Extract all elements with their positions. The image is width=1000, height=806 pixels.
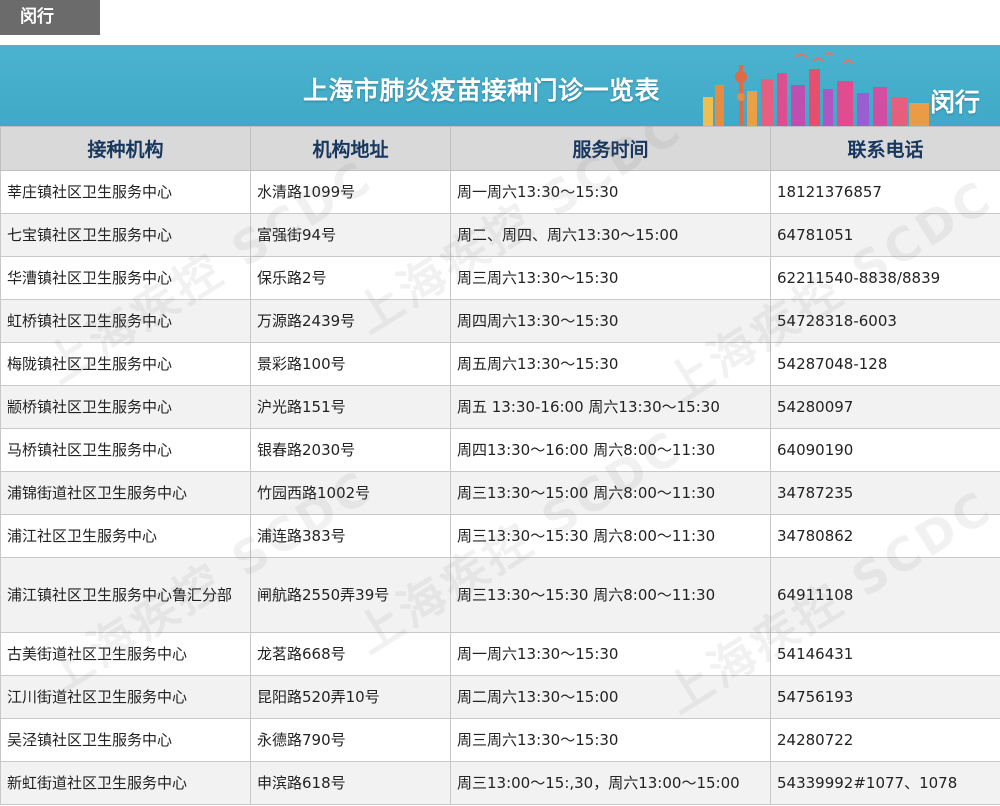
- cell-institution: 新虹街道社区卫生服务中心: [0, 761, 251, 805]
- cell-service-time: 周三周六13:30～15:30: [450, 718, 771, 762]
- cell-address: 水清路1099号: [250, 170, 451, 214]
- cell-service-time: 周一周六13:30～15:30: [450, 170, 771, 214]
- cell-address: 浦连路383号: [250, 514, 451, 558]
- cell-phone: 54146431: [770, 632, 1000, 676]
- cell-institution: 七宝镇社区卫生服务中心: [0, 213, 251, 257]
- cell-institution: 华漕镇社区卫生服务中心: [0, 256, 251, 300]
- cell-address: 竹园西路1002号: [250, 471, 451, 515]
- cell-address: 银春路2030号: [250, 428, 451, 472]
- cell-address: 景彩路100号: [250, 342, 451, 386]
- cell-phone: 54287048-128: [770, 342, 1000, 386]
- header-address: 机构地址: [250, 126, 451, 171]
- cell-service-time: 周四13:30～16:00 周六8:00～11:30: [450, 428, 771, 472]
- table-row: 梅陇镇社区卫生服务中心 景彩路100号 周五周六13:30～15:30 5428…: [0, 342, 1000, 386]
- cell-address: 龙茗路668号: [250, 632, 451, 676]
- cell-service-time: 周一周六13:30～15:30: [450, 632, 771, 676]
- title-banner: 上海市肺炎疫苗接种门诊一览表 闵行: [0, 45, 1000, 126]
- table-row: 江川街道社区卫生服务中心 昆阳路520弄10号 周二周六13:30～15:00 …: [0, 675, 1000, 719]
- table-header-row: 接种机构 机构地址 服务时间 联系电话: [0, 126, 1000, 171]
- cell-address: 沪光路151号: [250, 385, 451, 429]
- cell-address: 富强街94号: [250, 213, 451, 257]
- cell-service-time: 周四周六13:30～15:30: [450, 299, 771, 343]
- table-row: 古美街道社区卫生服务中心 龙茗路668号 周一周六13:30～15:30 541…: [0, 632, 1000, 676]
- table-row: 马桥镇社区卫生服务中心 银春路2030号 周四13:30～16:00 周六8:0…: [0, 428, 1000, 472]
- table-row: 虹桥镇社区卫生服务中心 万源路2439号 周四周六13:30～15:30 547…: [0, 299, 1000, 343]
- cell-service-time: 周三13:30～15:00 周六8:00～11:30: [450, 471, 771, 515]
- cell-phone: 54756193: [770, 675, 1000, 719]
- cell-phone: 64911108: [770, 557, 1000, 633]
- cell-institution: 古美街道社区卫生服务中心: [0, 632, 251, 676]
- cell-phone: 54280097: [770, 385, 1000, 429]
- cell-institution: 浦江社区卫生服务中心: [0, 514, 251, 558]
- table-row: 浦江镇社区卫生服务中心鲁汇分部 闸航路2550弄39号 周三13:30～15:3…: [0, 557, 1000, 633]
- cell-address: 永德路790号: [250, 718, 451, 762]
- skyline-illustration: [703, 51, 929, 126]
- table-row: 吴泾镇社区卫生服务中心 永德路790号 周三周六13:30～15:30 2428…: [0, 718, 1000, 762]
- table-row: 颛桥镇社区卫生服务中心 沪光路151号 周五 13:30-16:00 周六13:…: [0, 385, 1000, 429]
- cell-phone: 64781051: [770, 213, 1000, 257]
- cell-address: 昆阳路520弄10号: [250, 675, 451, 719]
- cell-institution: 吴泾镇社区卫生服务中心: [0, 718, 251, 762]
- cell-institution: 江川街道社区卫生服务中心: [0, 675, 251, 719]
- cell-institution: 马桥镇社区卫生服务中心: [0, 428, 251, 472]
- cell-phone: 62211540-8838/8839: [770, 256, 1000, 300]
- cell-service-time: 周二、周四、周六13:30～15:00: [450, 213, 771, 257]
- cell-phone: 18121376857: [770, 170, 1000, 214]
- table-row: 七宝镇社区卫生服务中心 富强街94号 周二、周四、周六13:30～15:00 6…: [0, 213, 1000, 257]
- cell-institution: 虹桥镇社区卫生服务中心: [0, 299, 251, 343]
- header-institution: 接种机构: [0, 126, 251, 171]
- banner-district-label: 闵行: [930, 88, 981, 117]
- cell-phone: 24280722: [770, 718, 1000, 762]
- cell-service-time: 周三13:30～15:30 周六8:00～11:30: [450, 514, 771, 558]
- district-tag: 闵行: [0, 0, 100, 35]
- cell-address: 万源路2439号: [250, 299, 451, 343]
- cell-service-time: 周三13:00～15:,30，周六13:00～15:00: [450, 761, 771, 805]
- cell-service-time: 周五周六13:30～15:30: [450, 342, 771, 386]
- cell-institution: 莘庄镇社区卫生服务中心: [0, 170, 251, 214]
- cell-phone: 34787235: [770, 471, 1000, 515]
- cell-phone: 54339992#1077、1078: [770, 761, 1000, 805]
- clinic-table: 接种机构 机构地址 服务时间 联系电话 莘庄镇社区卫生服务中心 水清路1099号…: [0, 126, 1000, 805]
- page-title: 上海市肺炎疫苗接种门诊一览表: [303, 76, 661, 105]
- cell-institution: 梅陇镇社区卫生服务中心: [0, 342, 251, 386]
- table-row: 华漕镇社区卫生服务中心 保乐路2号 周三周六13:30～15:30 622115…: [0, 256, 1000, 300]
- header-service-time: 服务时间: [450, 126, 771, 171]
- cell-institution: 浦江镇社区卫生服务中心鲁汇分部: [0, 557, 251, 633]
- cell-address: 申滨路618号: [250, 761, 451, 805]
- cell-address: 保乐路2号: [250, 256, 451, 300]
- cell-service-time: 周二周六13:30～15:00: [450, 675, 771, 719]
- cell-phone: 64090190: [770, 428, 1000, 472]
- cell-institution: 颛桥镇社区卫生服务中心: [0, 385, 251, 429]
- cell-phone: 54728318-6003: [770, 299, 1000, 343]
- cell-service-time: 周五 13:30-16:00 周六13:30～15:30: [450, 385, 771, 429]
- table-row: 新虹街道社区卫生服务中心 申滨路618号 周三13:00～15:,30，周六13…: [0, 761, 1000, 805]
- header-phone: 联系电话: [770, 126, 1000, 171]
- cell-address: 闸航路2550弄39号: [250, 557, 451, 633]
- table-row: 莘庄镇社区卫生服务中心 水清路1099号 周一周六13:30～15:30 181…: [0, 170, 1000, 214]
- table-row: 浦江社区卫生服务中心 浦连路383号 周三13:30～15:30 周六8:00～…: [0, 514, 1000, 558]
- cell-institution: 浦锦街道社区卫生服务中心: [0, 471, 251, 515]
- cell-phone: 34780862: [770, 514, 1000, 558]
- table-row: 浦锦街道社区卫生服务中心 竹园西路1002号 周三13:30～15:00 周六8…: [0, 471, 1000, 515]
- cell-service-time: 周三13:30～15:30 周六8:00～11:30: [450, 557, 771, 633]
- cell-service-time: 周三周六13:30～15:30: [450, 256, 771, 300]
